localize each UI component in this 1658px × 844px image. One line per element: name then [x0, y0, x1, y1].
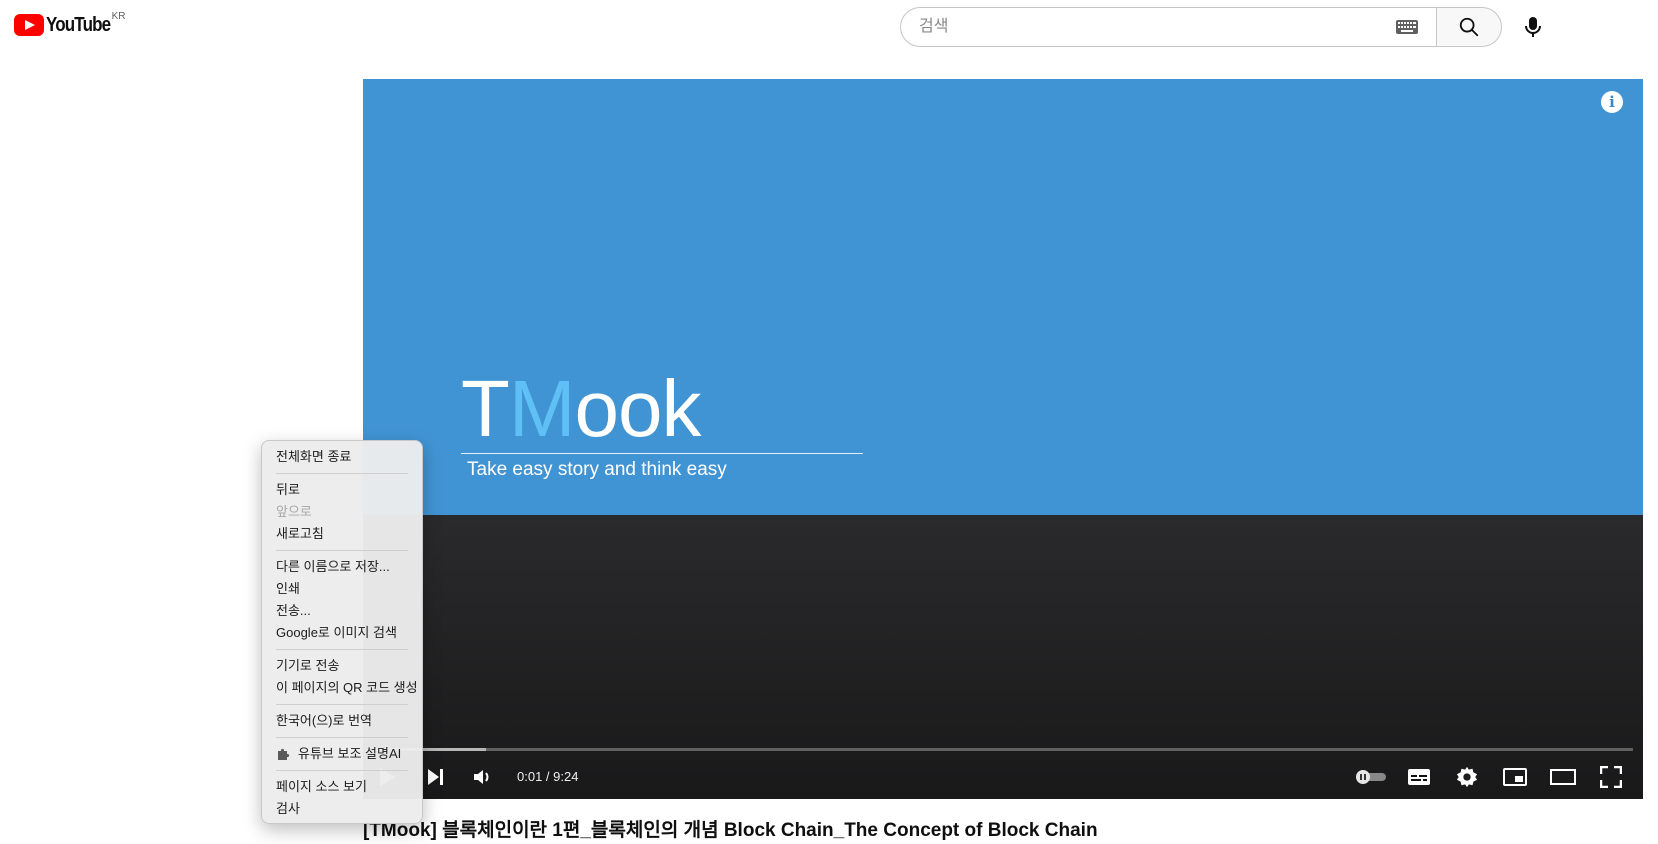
voice-search-button[interactable] [1520, 14, 1546, 40]
menu-separator [276, 550, 408, 551]
menu-item-extension[interactable]: 유튜브 보조 설명AI [262, 743, 422, 765]
brand-letter-t: T [461, 364, 510, 453]
info-icon[interactable]: i [1601, 91, 1623, 113]
menu-item-back[interactable]: 뒤로 [262, 479, 422, 501]
fullscreen-icon [1600, 765, 1622, 788]
miniplayer-button[interactable] [1491, 754, 1539, 799]
menu-separator [276, 704, 408, 705]
menu-separator [276, 649, 408, 650]
search-bar [900, 7, 1502, 47]
progress-bar[interactable] [373, 748, 1633, 751]
theater-mode-button[interactable] [1539, 754, 1587, 799]
menu-separator [276, 770, 408, 771]
search-button[interactable] [1436, 7, 1502, 47]
video-title: [TMook] 블록체인이란 1편_블록체인의 개념 Block Chain_T… [363, 820, 1098, 841]
settings-button[interactable] [1443, 754, 1491, 799]
theater-icon [1550, 768, 1576, 785]
menu-item-reload[interactable]: 새로고침 [262, 523, 422, 545]
skip-next-icon [428, 768, 443, 785]
time-display: 0:01 / 9:24 [517, 769, 579, 784]
microphone-icon [1525, 17, 1541, 37]
menu-item-send-to-device[interactable]: 기기로 전송 [262, 655, 422, 677]
subtitles-icon [1408, 768, 1430, 785]
brand-rest: ook [574, 364, 702, 453]
search-box [900, 7, 1436, 47]
video-tagline: Take easy story and think easy [467, 459, 727, 480]
menu-item-forward: 앞으로 [276, 504, 312, 519]
volume-icon [474, 769, 489, 784]
player-controls: 0:01 / 9:24 [363, 754, 1643, 799]
menu-separator [276, 473, 408, 474]
brand-letter-m: M [508, 364, 576, 453]
search-icon [1459, 17, 1479, 37]
logo-text: YouTube [46, 14, 111, 36]
tmook-brand-text: TMook [461, 369, 701, 449]
youtube-logo[interactable]: YouTube KR [14, 11, 126, 36]
gear-icon [1456, 766, 1478, 787]
youtube-play-icon [14, 14, 44, 36]
menu-item-view-source[interactable]: 페이지 소스 보기 [262, 776, 422, 798]
extension-label: 유튜브 보조 설명AI [298, 746, 402, 761]
context-menu: 전체화면 종료 뒤로 앞으로 새로고침 다른 이름으로 저장... 인쇄 전송.… [261, 440, 423, 824]
menu-item-google-image-search[interactable]: Google로 이미지 검색 [262, 622, 422, 644]
menu-item-exit-fullscreen[interactable]: 전체화면 종료 [262, 446, 422, 468]
autoplay-toggle-icon [1356, 769, 1386, 784]
menu-separator [276, 737, 408, 738]
menu-item-save-as[interactable]: 다른 이름으로 저장... [262, 556, 422, 578]
menu-item-send[interactable]: 전송... [262, 600, 422, 622]
video-player[interactable]: TMook Take easy story and think easy i 0… [363, 79, 1643, 799]
puzzle-icon [278, 748, 290, 760]
menu-item-print[interactable]: 인쇄 [262, 578, 422, 600]
keyboard-icon[interactable] [1396, 20, 1418, 34]
miniplayer-icon [1503, 767, 1527, 786]
menu-item-inspect[interactable]: 검사 [262, 798, 422, 820]
menu-item-translate[interactable]: 한국어(으)로 번역 [262, 710, 422, 732]
fullscreen-button[interactable] [1587, 754, 1635, 799]
brand-underline [461, 453, 863, 454]
autoplay-toggle[interactable] [1347, 754, 1395, 799]
menu-item-qr-code[interactable]: 이 페이지의 QR 코드 생성 [262, 677, 422, 699]
subtitles-button[interactable] [1395, 754, 1443, 799]
mute-button[interactable] [459, 754, 507, 799]
logo-country-code: KR [111, 11, 126, 22]
search-input[interactable] [917, 17, 1396, 37]
